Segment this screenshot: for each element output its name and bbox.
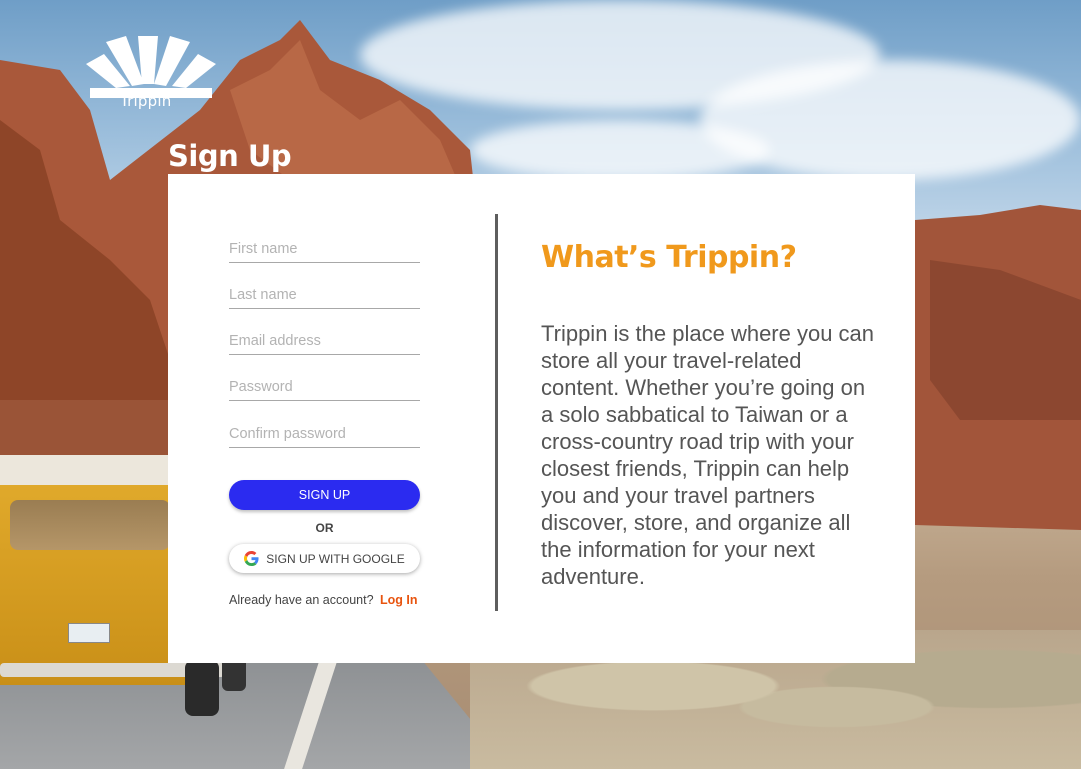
vertical-divider bbox=[495, 214, 498, 611]
email-input[interactable] bbox=[229, 327, 420, 355]
login-prompt-line: Already have an account? Log In bbox=[229, 593, 429, 607]
signup-card: SIGN UP OR SIGN UP WITH GOOGLE Already h… bbox=[168, 174, 915, 663]
info-body: Trippin is the place where you can store… bbox=[541, 321, 875, 589]
signup-page: Trippin Sign Up SIGN UP OR SIGN UP WITH … bbox=[0, 0, 1081, 769]
signup-button[interactable]: SIGN UP bbox=[229, 480, 420, 510]
login-link[interactable]: Log In bbox=[380, 593, 418, 607]
login-prompt-text: Already have an account? bbox=[229, 593, 374, 607]
confirm-password-input[interactable] bbox=[229, 420, 420, 448]
page-title: Sign Up bbox=[168, 139, 292, 173]
first-name-input[interactable] bbox=[229, 235, 420, 263]
google-icon bbox=[244, 551, 259, 566]
google-signup-button[interactable]: SIGN UP WITH GOOGLE bbox=[229, 544, 420, 573]
last-name-input[interactable] bbox=[229, 281, 420, 309]
google-button-label: SIGN UP WITH GOOGLE bbox=[266, 551, 405, 566]
info-title: What’s Trippin? bbox=[541, 240, 797, 275]
password-input[interactable] bbox=[229, 373, 420, 401]
logo-wordmark: Trippin bbox=[120, 92, 172, 110]
or-separator: OR bbox=[315, 521, 334, 535]
